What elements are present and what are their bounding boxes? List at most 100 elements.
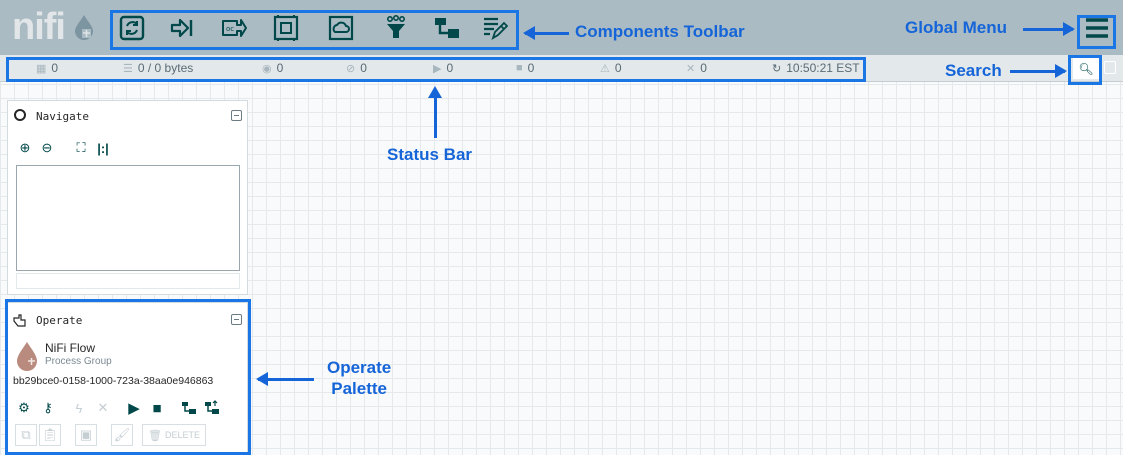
hamburger-menu-icon [1086,18,1108,38]
stop-button[interactable]: ■ [148,399,166,417]
play-icon: ▶ [128,400,140,417]
status-not-transmitting: ⊘ 0 [346,61,367,75]
compass-icon [14,109,26,121]
output-port-icon: oc [222,19,247,37]
processor-tool[interactable] [116,12,148,44]
navigate-panel: Navigate ⊕ ⊖ ⛶ |:| [7,100,248,295]
threads-icon: ▦ [36,62,47,75]
transmitting-icon: ◉ [262,62,272,75]
key-icon: ⚷ [43,400,53,415]
label-icon [484,17,508,41]
template-icon [435,18,459,38]
operate-title: Operate [36,314,83,327]
input-port-icon [170,18,193,38]
funnel-icon [387,14,405,38]
play-icon: ▶ [433,62,442,75]
remote-process-group-icon [328,15,354,41]
zoom-in-icon: ⊕ [19,140,31,155]
status-disabled: ✕ 0 [686,61,707,75]
stop-icon: ■ [152,399,162,417]
queue-icon: ☰ [123,62,133,75]
copy-button[interactable]: ⧉ [15,424,37,446]
access-policies-button[interactable]: ⚷ [39,399,57,417]
process-group-drop-icon [17,342,37,371]
configure-button[interactable]: ⚙ [15,399,33,417]
gear-icon: ⚙ [18,400,30,415]
disabled-icon: ✕ [686,62,696,75]
output-port-tool[interactable]: oc [218,12,250,44]
global-menu-callout: Global Menu [905,18,1007,37]
funnel-tool[interactable] [380,12,412,44]
label-tool[interactable] [478,12,510,44]
nifi-logo: nifi [12,6,66,48]
delete-label: DELETE [164,430,200,440]
status-active-threads: ▦ 0 [36,61,59,75]
operate-palette-callout-line1: Operate [327,358,392,377]
actual-size-button[interactable]: |:| [94,139,112,157]
operate-palette-callout: Operate Palette [327,357,391,399]
status-invalid: ⚠ 0 [600,61,622,75]
global-menu-arrow [1023,22,1075,36]
hand-pointer-icon [13,314,26,327]
warning-icon: ⚠ [600,62,610,75]
actual-size-icon: |:| [97,140,109,156]
zoom-in-button[interactable]: ⊕ [16,139,34,157]
bulletin-board-icon[interactable] [1104,61,1116,74]
component-name: NiFi Flow [45,341,95,355]
fit-screen-icon: ⛶ [76,140,86,155]
components-toolbar-arrow [523,26,569,40]
zoom-out-button[interactable]: ⊖ [38,139,56,157]
operate-palette-arrow [256,372,314,386]
operate-panel: Operate NiFi Flow Process Group bb29bce0… [7,302,248,454]
create-template-button[interactable] [180,399,198,417]
status-bar-arrow [428,86,442,138]
status-stopped: ■ 0 [516,61,535,75]
lightning-icon: ϟ [75,400,83,416]
upload-template-icon [205,400,219,414]
component-type: Process Group [45,356,112,367]
paintbrush-icon: 🖌︎ [113,427,131,442]
group-icon: ▣ [79,427,93,442]
start-button[interactable]: ▶ [125,399,143,417]
global-menu-button[interactable] [1081,12,1113,44]
group-button[interactable]: ▣ [75,424,97,446]
disable-button[interactable]: ✕ [94,399,112,417]
processor-icon [119,15,145,41]
disable-icon: ✕ [97,400,109,415]
trash-icon: 🗑︎ [148,429,162,442]
status-refresh[interactable]: ↻ 10:50:21 EST [772,61,860,75]
nifi-drop-icon [75,15,93,40]
zoom-out-icon: ⊖ [41,140,53,155]
search-arrow [1010,64,1067,78]
delete-button[interactable]: 🗑︎ DELETE [142,424,206,446]
status-running: ▶ 0 [433,61,454,75]
change-color-button[interactable]: 🖌︎ [111,424,133,446]
status-transmitting: ◉ 0 [262,61,284,75]
not-transmitting-icon: ⊘ [346,62,356,75]
stop-icon: ■ [516,62,523,74]
input-port-tool[interactable] [167,12,199,44]
refresh-icon: ↻ [772,62,782,75]
navigate-footer [16,273,240,289]
components-toolbar-callout: Components Toolbar [575,22,745,41]
status-queued: ☰ 0 / 0 bytes [123,61,194,75]
process-group-tool[interactable] [270,12,302,44]
search-callout: Search [945,61,1002,80]
template-tool[interactable] [431,12,463,44]
navigate-collapse-button[interactable] [231,110,242,121]
component-id: bb29bce0-0158-1000-723a-38aa0e946863 [13,375,214,387]
fit-screen-button[interactable]: ⛶ [72,139,90,157]
birdseye-view[interactable] [16,165,240,271]
search-button[interactable]: 🔍︎ [1073,58,1099,79]
search-icon: 🔍︎ [1078,61,1094,76]
upload-template-button[interactable] [203,399,221,417]
navigate-title: Navigate [36,110,89,123]
status-bar-callout: Status Bar [387,145,473,164]
paste-button[interactable]: 📋︎ [39,424,61,446]
remote-process-group-tool[interactable] [325,12,357,44]
create-template-icon [182,402,196,414]
copy-icon: ⧉ [21,427,31,442]
paste-icon: 📋︎ [41,427,59,442]
enable-button[interactable]: ϟ [70,399,88,417]
operate-collapse-button[interactable] [231,314,242,325]
